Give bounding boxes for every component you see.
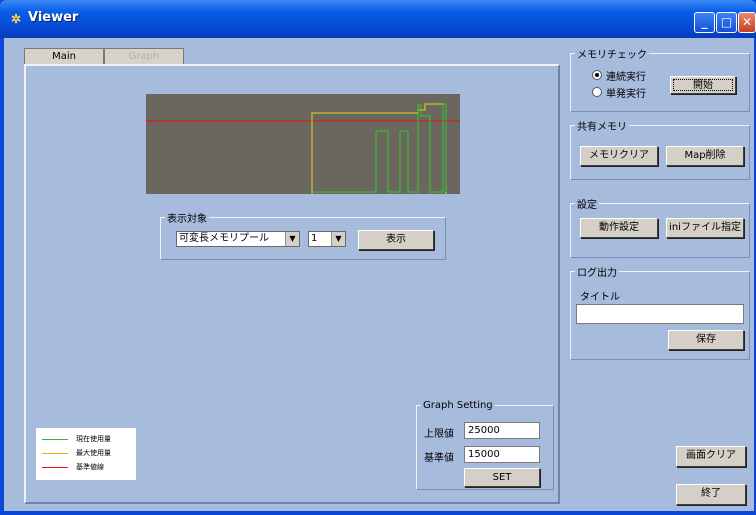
- chevron-down-icon[interactable]: ▼: [331, 232, 345, 246]
- tab-graph[interactable]: Graph: [104, 48, 184, 65]
- minimize-button[interactable]: _: [694, 12, 715, 33]
- graph-legend: 現在使用量 最大使用量 基準値線: [36, 428, 136, 480]
- exit-button[interactable]: 終了: [676, 484, 746, 505]
- start-button[interactable]: 開始: [670, 76, 736, 94]
- legend-item-baseline: 基準値線: [42, 462, 104, 472]
- legend-item-max: 最大使用量: [42, 448, 111, 458]
- settings-legend: 設定: [575, 196, 599, 211]
- index-select-value: 1: [311, 233, 318, 244]
- pool-select[interactable]: 可変長メモリプール ▼: [176, 231, 300, 247]
- upper-limit-input[interactable]: 25000: [464, 422, 540, 439]
- save-button[interactable]: 保存: [668, 330, 744, 350]
- legend-item-current: 現在使用量: [42, 434, 111, 444]
- pool-select-value: 可変長メモリプール: [179, 233, 269, 244]
- chevron-down-icon[interactable]: ▼: [285, 232, 299, 246]
- base-value-label: 基準値: [424, 453, 454, 464]
- map-delete-button[interactable]: Map削除: [666, 146, 744, 166]
- viewer-window: ✲ Viewer _ □ ✕ Main Graph 表示対象 可変長メモリプール…: [0, 0, 756, 515]
- show-button[interactable]: 表示: [358, 230, 434, 250]
- display-target-legend: 表示対象: [165, 210, 209, 225]
- app-icon: ✲: [10, 12, 22, 26]
- memory-usage-graph: [146, 94, 460, 194]
- index-select[interactable]: 1 ▼: [308, 231, 346, 247]
- log-title-input[interactable]: [576, 304, 744, 324]
- legend-label-max: 最大使用量: [76, 449, 111, 457]
- memory-check-legend: メモリチェック: [575, 46, 649, 61]
- max-usage-line: [311, 103, 447, 194]
- clear-screen-button[interactable]: 画面クリア: [676, 446, 746, 467]
- maximize-button[interactable]: □: [716, 12, 737, 33]
- close-button[interactable]: ✕: [738, 12, 756, 33]
- legend-label-current: 現在使用量: [76, 435, 111, 443]
- legend-swatch-baseline: [42, 466, 68, 468]
- radio-continuous[interactable]: [592, 70, 602, 80]
- maximize-icon: □: [720, 15, 733, 29]
- operation-settings-button[interactable]: 動作設定: [580, 218, 658, 238]
- log-title-label: タイトル: [580, 292, 620, 303]
- legend-swatch-max: [42, 452, 68, 454]
- set-button[interactable]: SET: [464, 468, 540, 487]
- minimize-icon: _: [701, 15, 708, 29]
- client-area: Main Graph 表示対象 可変長メモリプール ▼ 1 ▼ 表示 現在使用量: [4, 38, 754, 511]
- legend-swatch-current: [42, 438, 68, 440]
- ini-file-button[interactable]: iniファイル指定: [666, 218, 744, 238]
- memory-clear-button[interactable]: メモリクリア: [580, 146, 658, 166]
- legend-label-baseline: 基準値線: [76, 463, 104, 471]
- graph-setting-legend: Graph Setting: [421, 400, 495, 411]
- upper-limit-label: 上限値: [424, 429, 454, 440]
- radio-single-label[interactable]: 単発実行: [606, 85, 646, 100]
- tab-main[interactable]: Main: [24, 48, 104, 65]
- current-usage-line: [312, 103, 447, 193]
- shared-memory-legend: 共有メモリ: [575, 118, 629, 133]
- radio-continuous-label[interactable]: 連続実行: [606, 68, 646, 83]
- close-icon: ✕: [741, 15, 753, 29]
- base-value-input[interactable]: 15000: [464, 446, 540, 463]
- window-title: Viewer: [28, 10, 79, 25]
- title-bar[interactable]: ✲ Viewer _ □ ✕: [0, 0, 756, 38]
- log-output-legend: ログ出力: [575, 264, 619, 279]
- radio-single[interactable]: [592, 87, 602, 97]
